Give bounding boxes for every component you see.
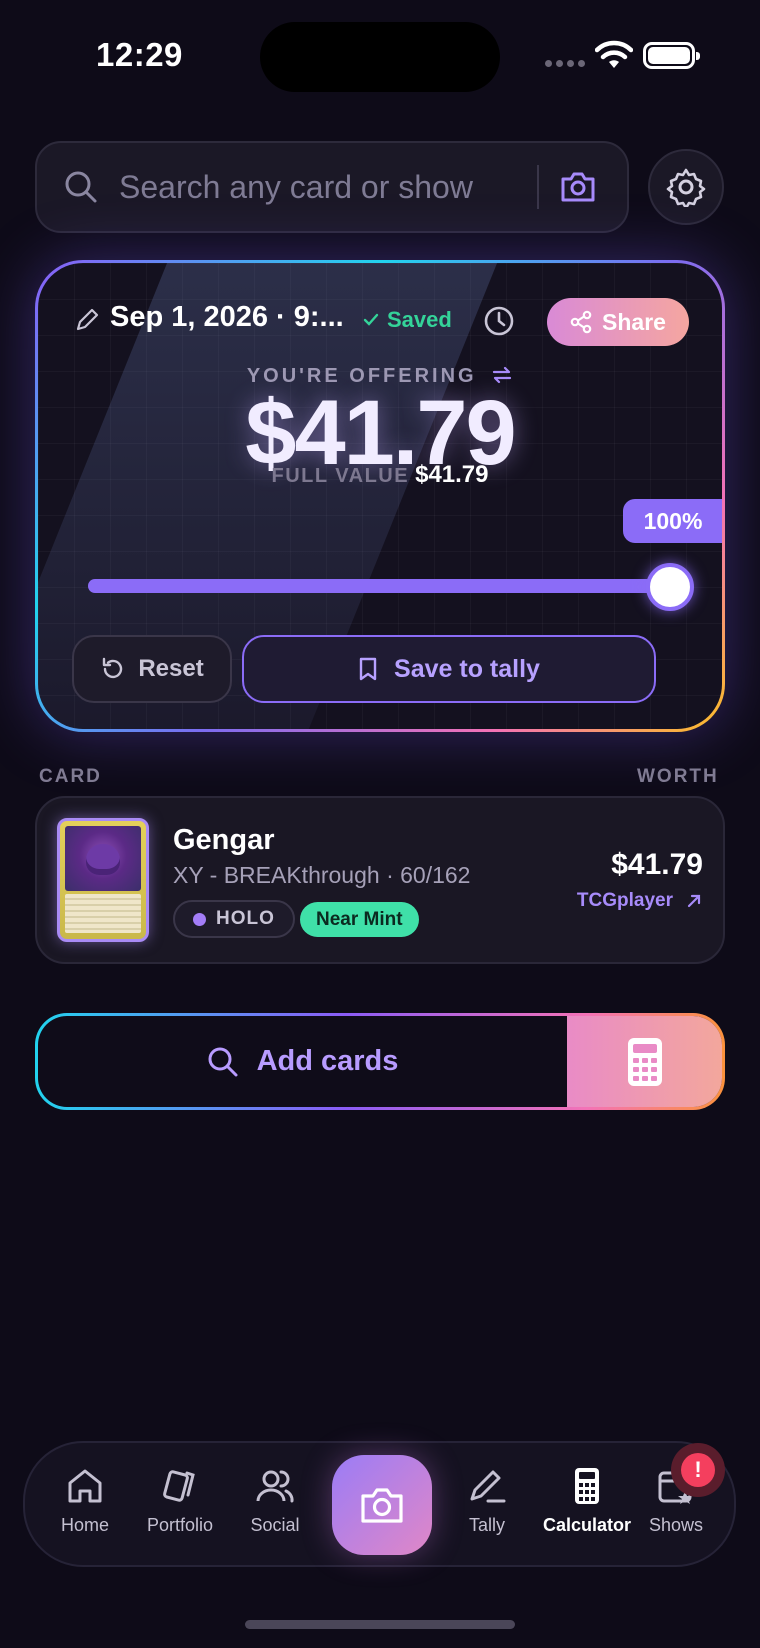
save-to-tally-button[interactable]: Save to tally — [242, 635, 656, 703]
column-header-card: CARD — [39, 766, 102, 787]
tab-tally-label: Tally — [468, 1515, 505, 1535]
tab-home-label: Home — [60, 1515, 109, 1535]
column-header-worth: WORTH — [637, 766, 719, 787]
card-name: Gengar — [173, 824, 275, 856]
finish-badge: HOLO — [173, 900, 295, 938]
pencil-icon — [470, 1470, 506, 1503]
camera-icon — [361, 1488, 403, 1523]
list-item[interactable]: Gengar XY - BREAKthrough · 60/162 HOLO N… — [35, 796, 725, 964]
tcgplayer-link[interactable]: TCGplayer — [577, 890, 701, 912]
save-to-tally-label: Save to tally — [394, 654, 540, 683]
tab-portfolio-label: Portfolio — [146, 1515, 214, 1535]
external-link-icon — [687, 894, 701, 908]
card-set: XY - BREAKthrough · 60/162 — [173, 862, 471, 888]
offer-card: Sep 1, 2026 · 9:... Saved Share YOU'RE O… — [35, 260, 725, 732]
cellular-signal-icon — [545, 60, 585, 67]
full-value-label: FULL VALUE — [271, 465, 410, 487]
condition-badge[interactable]: Near Mint — [300, 902, 419, 937]
battery-icon — [643, 42, 700, 69]
finish-dot-icon — [193, 912, 206, 926]
dynamic-island — [260, 22, 500, 92]
finish-label: HOLO — [216, 908, 275, 929]
slider-thumb[interactable] — [646, 563, 694, 611]
add-cards-button[interactable]: Add cards — [38, 1016, 567, 1107]
card-thumbnail — [57, 818, 149, 942]
cards-icon — [163, 1470, 195, 1502]
scan-camera-button[interactable] — [332, 1455, 432, 1555]
reset-button[interactable]: Reset — [72, 635, 232, 703]
card-price: $41.79 — [611, 848, 703, 881]
tab-shows-label: Shows — [648, 1515, 704, 1535]
check-icon — [363, 313, 379, 326]
reset-label: Reset — [138, 655, 204, 682]
offer-percent-slider[interactable] — [88, 579, 668, 593]
home-icon — [68, 1469, 102, 1503]
wifi-icon — [595, 40, 633, 68]
share-label: Share — [602, 308, 666, 335]
alert-icon: ! — [681, 1453, 715, 1487]
share-icon — [570, 310, 592, 334]
bookmark-icon — [359, 657, 377, 681]
tab-social[interactable]: Social — [227, 1465, 323, 1536]
tab-calculator-label: Calculator — [542, 1515, 632, 1535]
tab-social-label: Social — [250, 1515, 300, 1535]
full-value-row: FULL VALUE $41.79 — [38, 461, 722, 489]
tab-home[interactable]: Home — [37, 1465, 133, 1536]
tab-bar: Home Portfolio Social Tally Calculator S… — [23, 1441, 736, 1567]
calculator-icon — [627, 1037, 662, 1086]
calculator-icon — [575, 1468, 599, 1504]
reset-icon — [103, 657, 123, 679]
search-input[interactable] — [119, 168, 529, 206]
saved-status: Saved — [363, 307, 452, 333]
gear-icon — [666, 168, 706, 207]
tab-tally[interactable]: Tally — [439, 1465, 535, 1536]
add-cards-label: Add cards — [256, 1045, 399, 1077]
share-button[interactable]: Share — [547, 298, 689, 346]
search-icon — [65, 171, 97, 203]
status-time: 12:29 — [96, 36, 183, 73]
full-value-amount: $41.79 — [415, 461, 489, 488]
camera-search-icon[interactable] — [559, 170, 597, 204]
edit-pencil-icon[interactable] — [74, 307, 100, 333]
tab-portfolio[interactable]: Portfolio — [132, 1465, 228, 1536]
history-clock-icon[interactable] — [483, 305, 515, 337]
offer-date[interactable]: Sep 1, 2026 · 9:... — [110, 301, 344, 334]
alert-badge[interactable]: ! — [671, 1443, 725, 1497]
search-bar[interactable] — [35, 141, 629, 233]
settings-button[interactable] — [648, 149, 724, 225]
percent-badge: 100% — [623, 499, 722, 543]
search-icon — [208, 1047, 238, 1076]
search-divider — [537, 165, 539, 209]
price-source: TCGplayer — [576, 890, 673, 911]
tab-calculator[interactable]: Calculator — [532, 1465, 642, 1536]
add-cards-bar: Add cards — [35, 1013, 725, 1110]
saved-label: Saved — [387, 307, 452, 332]
calculator-button[interactable] — [567, 1016, 722, 1107]
home-indicator[interactable] — [245, 1620, 515, 1629]
users-icon — [256, 1470, 294, 1503]
